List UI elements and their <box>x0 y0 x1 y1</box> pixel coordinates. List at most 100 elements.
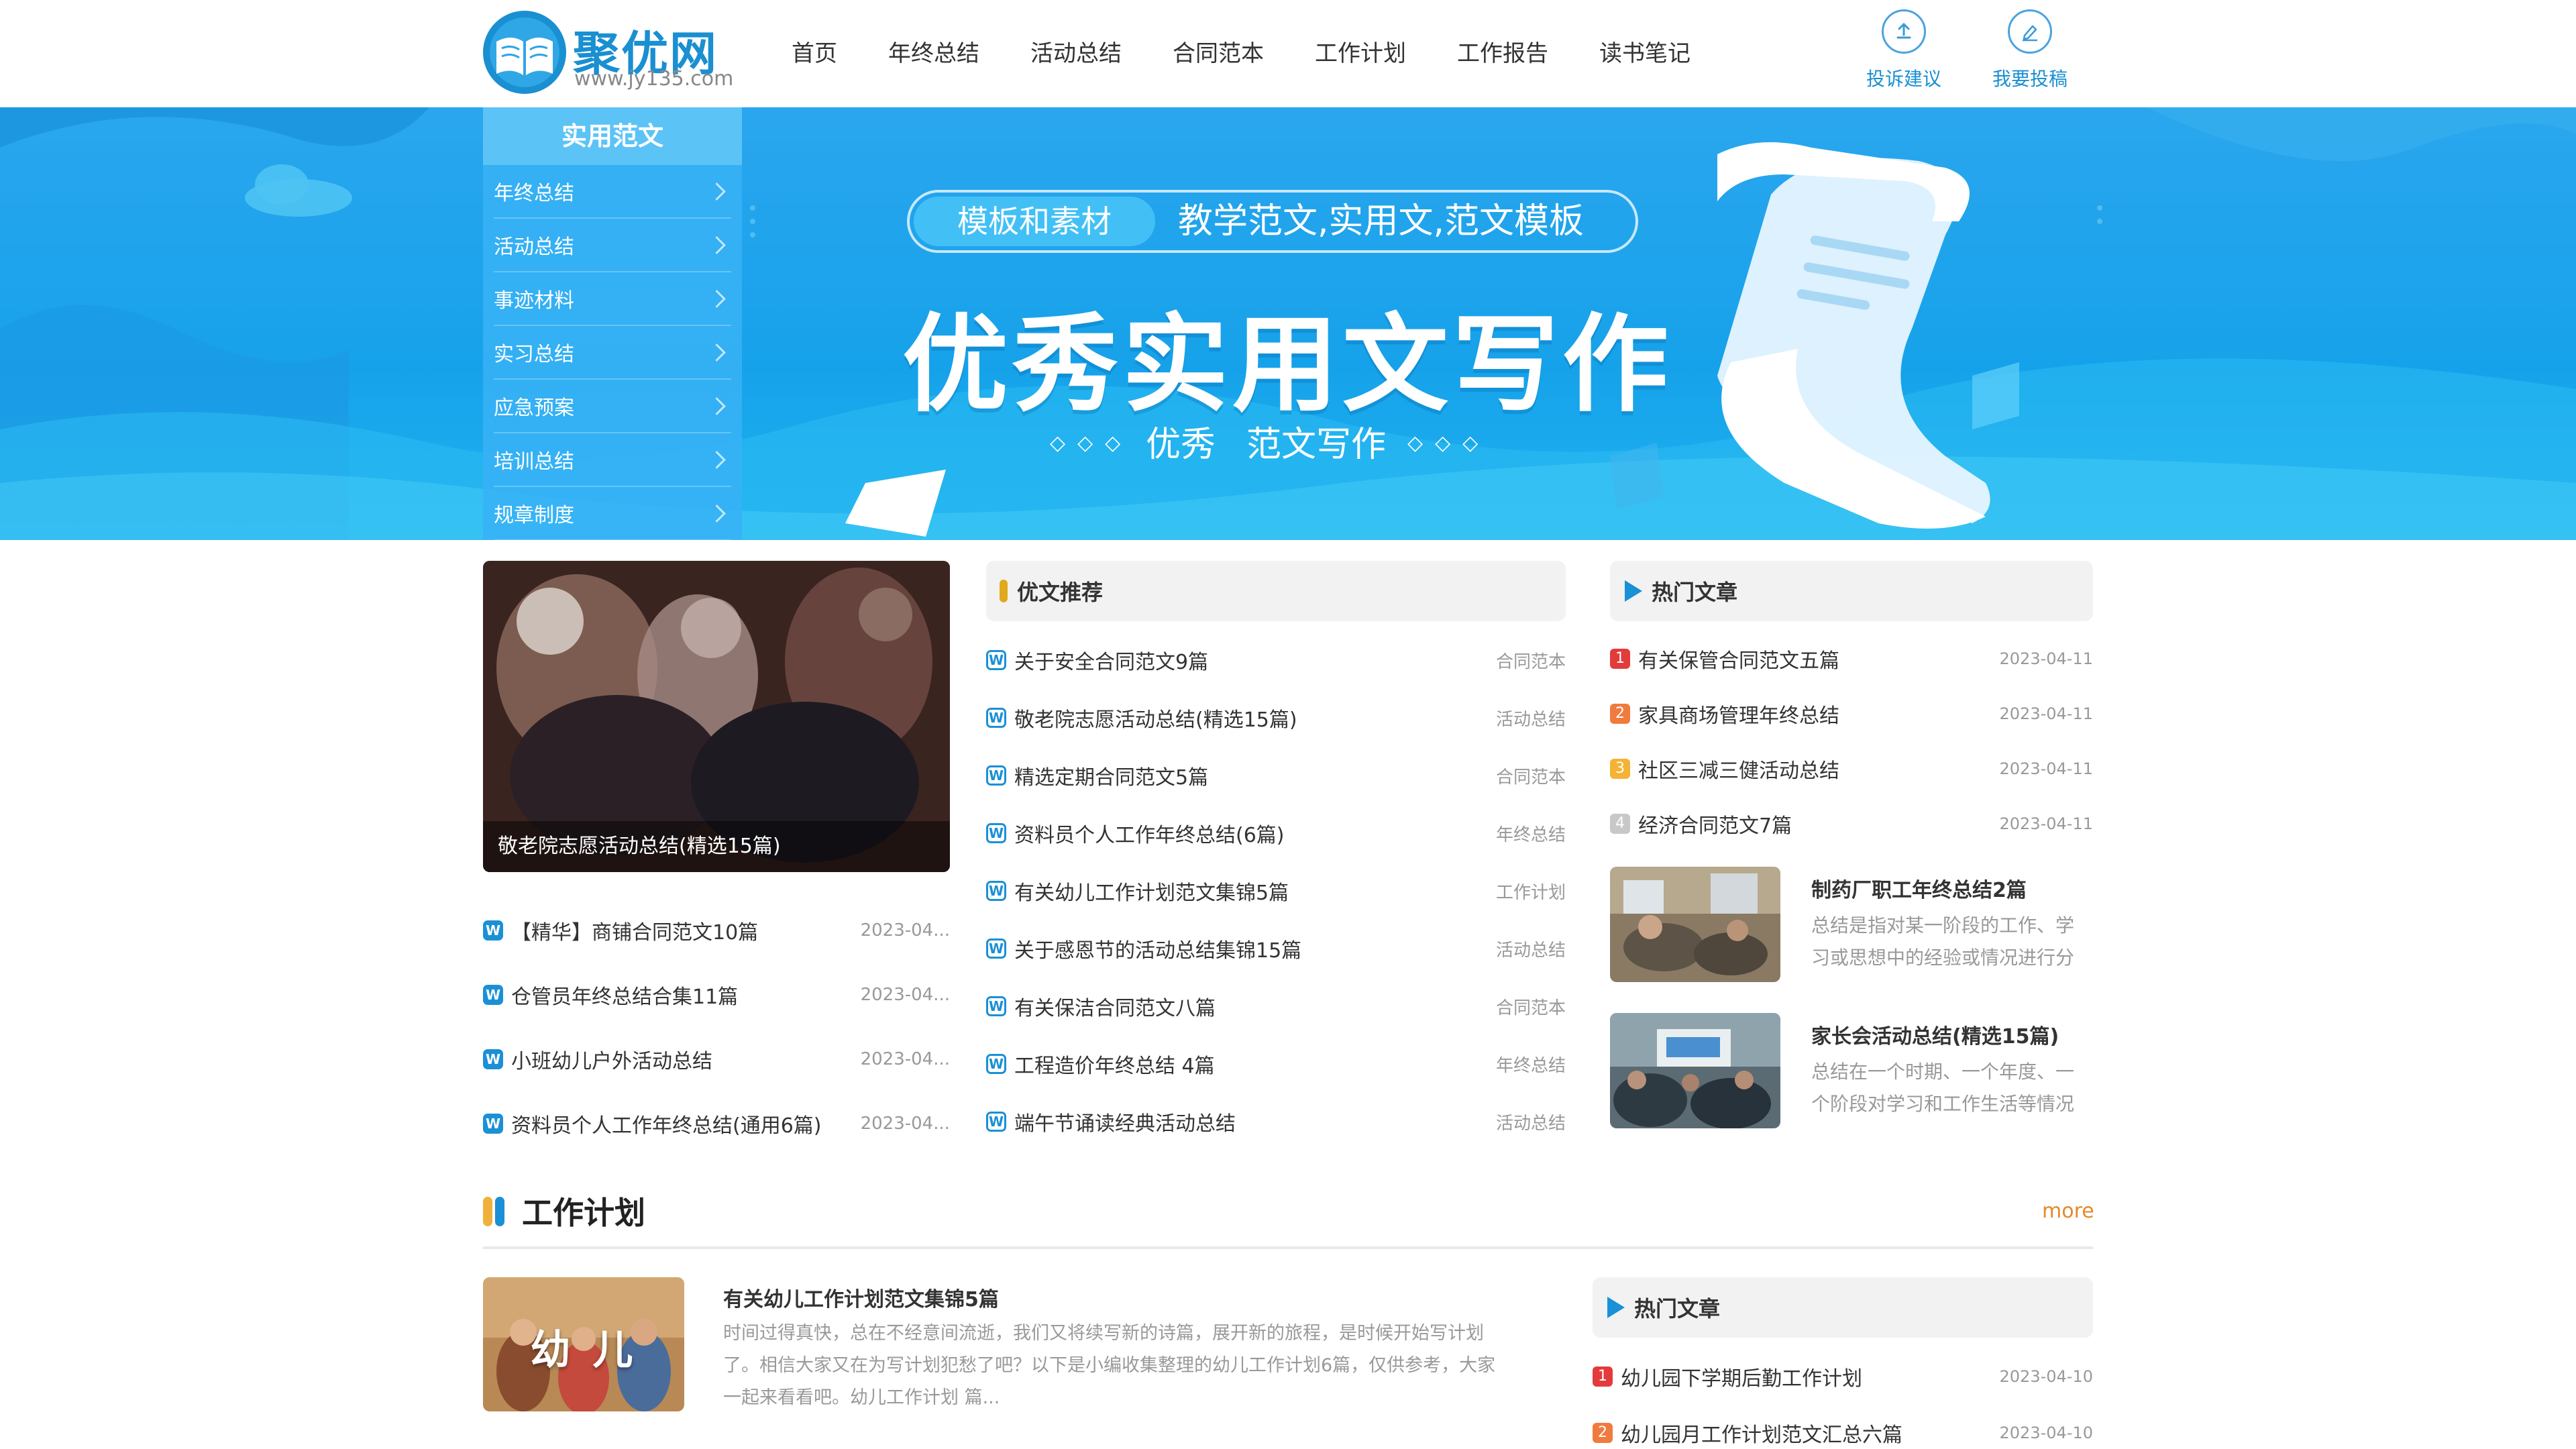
main-nav: 首页 年终总结 活动总结 合同范本 工作计划 工作报告 读书笔记 <box>792 35 1716 72</box>
complaint-label: 投诉建议 <box>1866 68 1941 90</box>
recommend-item-category[interactable]: 年终总结 <box>1496 821 1566 846</box>
recommend-item-category[interactable]: 工作计划 <box>1496 879 1566 904</box>
hot-card-title[interactable]: 家长会活动总结(精选15篇) <box>1811 1020 2059 1049</box>
nav-contract[interactable]: 合同范本 <box>1147 35 1289 72</box>
hot-item-date: 2023-04-11 <box>1999 814 2093 833</box>
hot-item[interactable]: 3 社区三减三健活动总结 2023-04-11 <box>1610 754 2093 784</box>
recommend-item[interactable]: W 敬老院志愿活动总结(精选15篇) 活动总结 <box>986 703 1566 733</box>
hot-item-title[interactable]: 幼儿园月工作计划范文汇总六篇 <box>1621 1418 1902 1448</box>
side-menu-item[interactable]: 实习总结 <box>494 326 731 380</box>
recommend-item[interactable]: W 精选定期合同范文5篇 合同范本 <box>986 761 1566 790</box>
article-thumbnail-text: 幼 儿 <box>530 1327 637 1374</box>
recommend-item-title[interactable]: 有关保洁合同范文八篇 <box>1014 991 1216 1021</box>
article-desc-line: 一起来看看吧。幼儿工作计划 篇... <box>723 1387 1000 1408</box>
recommend-item-title[interactable]: 精选定期合同范文5篇 <box>1014 761 1208 790</box>
hot-item-title[interactable]: 家具商场管理年终总结 <box>1638 699 1839 729</box>
hot-item-title[interactable]: 经济合同范文7篇 <box>1638 809 1792 839</box>
word-doc-icon: W <box>986 765 1006 786</box>
hot-card-thumbnail[interactable] <box>1610 1013 1780 1128</box>
recommend-item[interactable]: W 关于安全合同范文9篇 合同范本 <box>986 645 1566 675</box>
article-thumbnail[interactable]: 幼 儿 <box>483 1277 684 1411</box>
diamond-deco-left-icon: ◇◇◇ <box>1050 431 1133 455</box>
play-triangle-icon <box>1607 1297 1625 1318</box>
submit-article-button[interactable]: 我要投稿 <box>1983 9 2077 91</box>
hot-item[interactable]: 4 经济合同范文7篇 2023-04-11 <box>1610 809 2093 839</box>
upload-icon <box>1882 9 1926 54</box>
section-more-link[interactable]: more <box>2042 1199 2094 1223</box>
recommend-item[interactable]: W 有关幼儿工作计划范文集锦5篇 工作计划 <box>986 876 1566 906</box>
chevron-right-icon <box>708 504 726 523</box>
side-menu-item[interactable]: 年终总结 <box>494 165 731 219</box>
section-divider <box>483 1246 2093 1249</box>
section-marker-blue-icon <box>495 1197 504 1226</box>
hot-card-title[interactable]: 制药厂职工年终总结2篇 <box>1811 873 2027 903</box>
recommend-item-title[interactable]: 关于感恩节的活动总结集锦15篇 <box>1014 934 1301 963</box>
recommend-item-category[interactable]: 年终总结 <box>1496 1052 1566 1077</box>
hot-item[interactable]: 2 幼儿园月工作计划范文汇总六篇 2023-04-10 <box>1593 1418 2093 1448</box>
hot-item-date: 2023-04-11 <box>1999 759 2093 778</box>
list-item-title[interactable]: 仓管员年终总结合集11篇 <box>511 980 738 1010</box>
list-item-date: 2023-04... <box>860 1114 950 1134</box>
hot-item-title[interactable]: 社区三减三健活动总结 <box>1638 754 1839 784</box>
side-menu-item[interactable]: 培训总结 <box>494 433 731 487</box>
hot-item[interactable]: 1 幼儿园下学期后勤工作计划 2023-04-10 <box>1593 1362 2093 1391</box>
hot-card-desc-line: 个阶段对学习和工作生活等情况 <box>1811 1093 2075 1115</box>
recommend-item-category[interactable]: 合同范本 <box>1496 648 1566 673</box>
recommend-item-category[interactable]: 合同范本 <box>1496 763 1566 788</box>
list-item-title[interactable]: 【精华】商铺合同范文10篇 <box>511 916 758 945</box>
recommend-item-title[interactable]: 端午节诵读经典活动总结 <box>1014 1107 1236 1136</box>
nav-activity-summary[interactable]: 活动总结 <box>1005 35 1147 72</box>
recommend-item-category[interactable]: 合同范本 <box>1496 994 1566 1019</box>
article-title[interactable]: 有关幼儿工作计划范文集锦5篇 <box>723 1283 999 1312</box>
word-doc-icon: W <box>986 996 1006 1016</box>
hot-item-date: 2023-04-11 <box>1999 649 2093 668</box>
site-logo[interactable]: 聚优网 www.jy135.com <box>482 9 737 95</box>
list-item[interactable]: W 资料员个人工作年终总结(通用6篇) 2023-04... <box>483 1109 950 1138</box>
nav-home[interactable]: 首页 <box>792 35 863 72</box>
chevron-right-icon <box>708 182 726 201</box>
recommend-item-category[interactable]: 活动总结 <box>1496 706 1566 731</box>
article-desc-line: 时间过得真快，总在不经意间流逝，我们又将续写新的诗篇，展开新的旅程，是时候开始写… <box>723 1323 1484 1344</box>
recommend-item[interactable]: W 关于感恩节的活动总结集锦15篇 活动总结 <box>986 934 1566 963</box>
side-menu-item[interactable]: 事迹材料 <box>494 272 731 326</box>
recommend-item-title[interactable]: 有关幼儿工作计划范文集锦5篇 <box>1014 876 1289 906</box>
nav-reading-notes[interactable]: 读书笔记 <box>1574 35 1716 72</box>
featured-article-image[interactable]: 敬老院志愿活动总结(精选15篇) <box>483 561 950 872</box>
recommend-item-category[interactable]: 活动总结 <box>1496 1110 1566 1134</box>
recommend-item-title[interactable]: 敬老院志愿活动总结(精选15篇) <box>1014 703 1297 733</box>
complaint-button[interactable]: 投诉建议 <box>1857 9 1951 91</box>
recommend-item-title[interactable]: 资料员个人工作年终总结(6篇) <box>1014 818 1285 848</box>
recommend-item[interactable]: W 工程造价年终总结 4篇 年终总结 <box>986 1049 1566 1079</box>
chevron-right-icon <box>708 343 726 362</box>
hero-banner[interactable]: 模板和素材 教学范文,实用文,范文模板 优秀实用文写作 ◇◇◇ 优秀 范文写作 … <box>0 107 2576 540</box>
book-logo-icon <box>483 11 566 94</box>
list-item[interactable]: W 小班幼儿户外活动总结 2023-04... <box>483 1044 950 1074</box>
recommend-item-category[interactable]: 活动总结 <box>1496 936 1566 961</box>
list-item-title[interactable]: 资料员个人工作年终总结(通用6篇) <box>511 1109 822 1138</box>
hot-item-title[interactable]: 幼儿园下学期后勤工作计划 <box>1621 1362 1862 1391</box>
side-menu-title: 实用范文 <box>483 107 742 165</box>
recommend-item-title[interactable]: 关于安全合同范文9篇 <box>1014 645 1208 675</box>
recommend-item[interactable]: W 有关保洁合同范文八篇 合同范本 <box>986 991 1566 1021</box>
hot-item[interactable]: 1 有关保管合同范文五篇 2023-04-11 <box>1610 644 2093 674</box>
hot-item-date: 2023-04-10 <box>1999 1367 2093 1386</box>
rank-badge: 1 <box>1593 1366 1613 1387</box>
side-menu-item[interactable]: 应急预案 <box>494 380 731 433</box>
hot-card-thumbnail[interactable] <box>1610 867 1780 982</box>
recommend-item-title[interactable]: 工程造价年终总结 4篇 <box>1014 1049 1215 1079</box>
hot-item-title[interactable]: 有关保管合同范文五篇 <box>1638 644 1839 674</box>
list-item-title[interactable]: 小班幼儿户外活动总结 <box>511 1044 712 1074</box>
nav-work-plan[interactable]: 工作计划 <box>1289 35 1432 72</box>
nav-year-summary[interactable]: 年终总结 <box>863 35 1005 72</box>
recommend-item[interactable]: W 端午节诵读经典活动总结 活动总结 <box>986 1107 1566 1136</box>
side-menu-item[interactable]: 规章制度 <box>494 487 731 541</box>
nav-work-report[interactable]: 工作报告 <box>1432 35 1574 72</box>
side-menu-item[interactable]: 活动总结 <box>494 219 731 272</box>
word-doc-icon: W <box>986 938 1006 959</box>
hot-item[interactable]: 2 家具商场管理年终总结 2023-04-11 <box>1610 699 2093 729</box>
list-item[interactable]: W 仓管员年终总结合集11篇 2023-04... <box>483 980 950 1010</box>
list-item[interactable]: W 【精华】商铺合同范文10篇 2023-04... <box>483 916 950 945</box>
chevron-right-icon <box>708 396 726 415</box>
section-hot-panel-header: 热门文章 <box>1593 1277 2093 1338</box>
recommend-item[interactable]: W 资料员个人工作年终总结(6篇) 年终总结 <box>986 818 1566 848</box>
